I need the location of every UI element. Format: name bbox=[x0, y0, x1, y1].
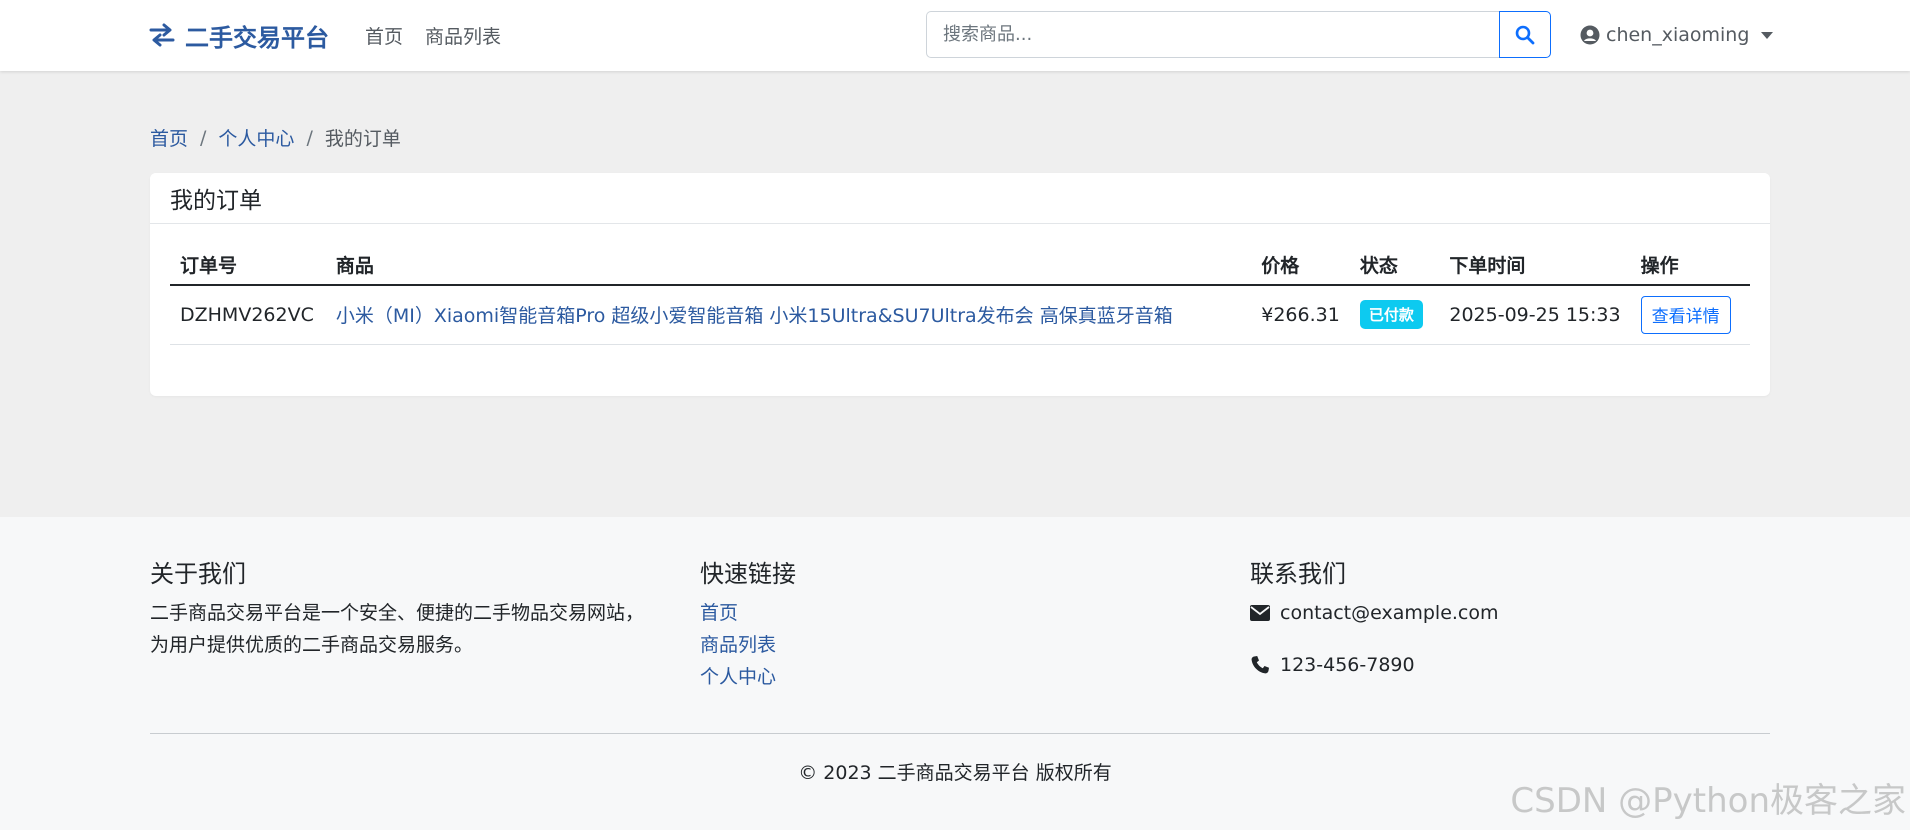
column-header-order-no: 订单号 bbox=[170, 244, 326, 286]
search-button[interactable] bbox=[1499, 11, 1551, 58]
order-time: 2025-09-25 15:33 bbox=[1439, 285, 1631, 345]
footer-about: 关于我们 二手商品交易平台是一个安全、便捷的二手物品交易网站， 为用户提供优质的… bbox=[150, 557, 644, 661]
envelope-icon bbox=[1250, 605, 1270, 621]
breadcrumb-separator: / bbox=[200, 126, 207, 149]
chevron-down-icon bbox=[1761, 31, 1774, 39]
footer-contact: 联系我们 contact@example.com 123-456-7890 bbox=[1250, 557, 1499, 681]
orders-card-title: 我的订单 bbox=[150, 173, 1770, 224]
navbar: 二手交易平台 首页 商品列表 chen_xiaoming bbox=[0, 0, 1910, 71]
status-badge: 已付款 bbox=[1359, 300, 1423, 330]
column-header-price: 价格 bbox=[1251, 244, 1350, 286]
footer-contact-title: 联系我们 bbox=[1250, 560, 1346, 588]
search-input[interactable] bbox=[926, 11, 1499, 58]
breadcrumb-profile[interactable]: 个人中心 bbox=[218, 124, 294, 151]
exchange-arrows-icon bbox=[149, 23, 175, 47]
footer-about-text-line1: 二手商品交易平台是一个安全、便捷的二手物品交易网站， bbox=[150, 602, 645, 624]
view-details-button[interactable]: 查看详情 bbox=[1640, 295, 1731, 334]
brand-link[interactable]: 二手交易平台 bbox=[149, 17, 329, 53]
footer-divider bbox=[150, 733, 1770, 734]
nav-link-products[interactable]: 商品列表 bbox=[425, 22, 501, 49]
breadcrumb-home[interactable]: 首页 bbox=[150, 124, 188, 151]
product-link[interactable]: 小米（MI）Xiaomi智能音箱Pro 超级小爱智能音箱 小米15Ultra&S… bbox=[336, 305, 1173, 327]
user-circle-icon bbox=[1580, 25, 1600, 45]
footer-about-text-line2: 为用户提供优质的二手商品交易服务。 bbox=[150, 634, 474, 656]
contact-email: contact@example.com bbox=[1280, 602, 1499, 624]
contact-phone-row: 123-456-7890 bbox=[1250, 649, 1499, 681]
search-icon bbox=[1515, 25, 1535, 44]
footer-about-title: 关于我们 bbox=[150, 560, 246, 588]
table-row: DZHMV262VC 小米（MI）Xiaomi智能音箱Pro 超级小爱智能音箱 … bbox=[170, 285, 1750, 345]
user-dropdown[interactable]: chen_xiaoming bbox=[1580, 18, 1774, 52]
order-price: ¥266.31 bbox=[1251, 285, 1350, 345]
orders-card: 我的订单 订单号 商品 价格 状态 下单时间 操作 DZHMV262VC 小米（… bbox=[150, 173, 1770, 396]
column-header-status: 状态 bbox=[1349, 244, 1440, 286]
order-number: DZHMV262VC bbox=[170, 285, 326, 345]
footer-link-products[interactable]: 商品列表 bbox=[700, 629, 796, 661]
column-header-action: 操作 bbox=[1630, 244, 1750, 286]
breadcrumb-current: 我的订单 bbox=[324, 128, 401, 150]
footer-link-profile[interactable]: 个人中心 bbox=[700, 661, 796, 693]
orders-table: 订单号 商品 价格 状态 下单时间 操作 DZHMV262VC 小米（MI）Xi… bbox=[170, 244, 1750, 345]
footer-links-title: 快速链接 bbox=[700, 560, 796, 588]
watermark: CSDN @Python极客之家 bbox=[1510, 781, 1906, 821]
column-header-time: 下单时间 bbox=[1439, 244, 1631, 286]
breadcrumb: 首页 / 个人中心 / 我的订单 bbox=[150, 124, 401, 151]
column-header-product: 商品 bbox=[325, 244, 1252, 286]
phone-icon bbox=[1251, 656, 1269, 674]
contact-phone: 123-456-7890 bbox=[1280, 654, 1415, 676]
nav-link-home[interactable]: 首页 bbox=[365, 22, 403, 49]
brand-name: 二手交易平台 bbox=[185, 23, 329, 52]
search-form bbox=[926, 11, 1551, 58]
username: chen_xiaoming bbox=[1606, 24, 1750, 46]
footer-link-home[interactable]: 首页 bbox=[700, 597, 796, 629]
footer-quick-links: 快速链接 首页 商品列表 个人中心 bbox=[700, 557, 796, 693]
contact-email-row: contact@example.com bbox=[1250, 597, 1499, 629]
breadcrumb-separator: / bbox=[306, 126, 313, 149]
table-header-row: 订单号 商品 价格 状态 下单时间 操作 bbox=[170, 244, 1750, 286]
